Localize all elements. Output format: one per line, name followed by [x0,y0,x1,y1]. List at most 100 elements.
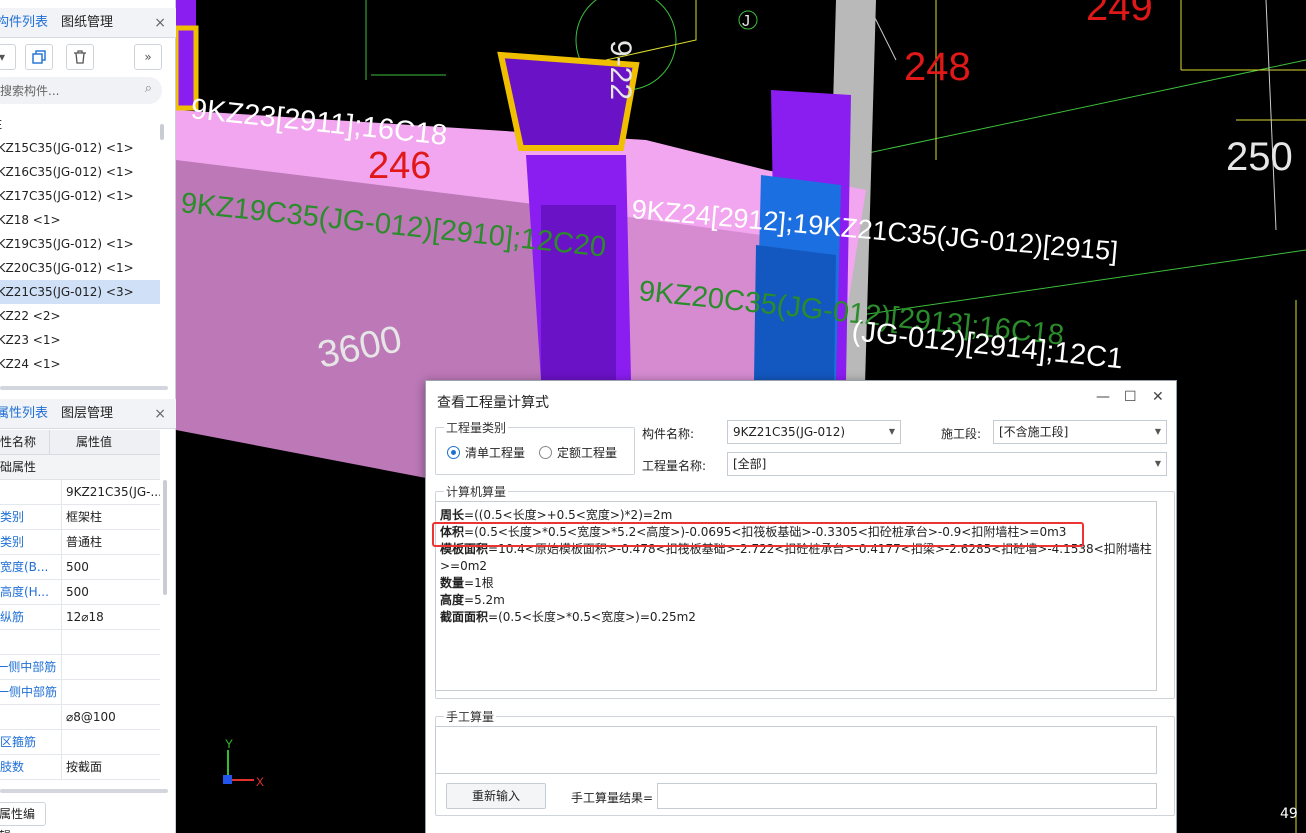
property-scrollbar[interactable] [163,480,167,595]
list-item[interactable]: 9KZ15C35(JG-012) <1> [0,136,160,160]
table-row[interactable]: 定额类别 普通柱 [0,530,160,555]
table-row[interactable]: 名称9KZ21C35(JG-... [0,480,160,505]
quantity-type-title: 工程量类别 [444,419,509,436]
table-row[interactable]: 节点区箍筋 [0,730,160,755]
header-property-name: 属性名称 [0,435,37,449]
copy-icon [32,50,46,64]
tree-root-column[interactable]: 柱 [0,112,160,136]
property-edit-button[interactable]: 属性编辑 [0,802,46,833]
calc-line-height: 高度=5.2m [440,592,1152,609]
annotation-highlight-box [432,522,1084,547]
tab-drawing-management[interactable]: 图纸管理 [61,8,113,38]
property-name: 全部纵筋 [0,610,25,624]
label-250: 250 [1226,135,1293,179]
list-scrollbar[interactable] [160,124,164,140]
list-item[interactable]: 9KZ16C35(JG-012) <1> [0,160,160,184]
property-hscrollbar[interactable] [0,789,168,793]
table-row[interactable]: H边一侧中部筋 [0,680,160,705]
property-name: 节点区箍筋 [0,735,37,749]
double-chevron-right-icon: » [144,50,152,64]
list-item[interactable]: 9KZ22 <2> [0,304,160,328]
stage-value: [不含施工段] [999,425,1069,439]
new-dropdown-button[interactable]: ▾ [0,44,16,70]
close-icon[interactable]: × [154,8,166,38]
minimize-icon[interactable]: — [1096,389,1110,405]
more-button[interactable]: » [134,44,162,70]
tab-property-list[interactable]: 属性列表 [0,399,48,429]
search-placeholder: 搜索构件... [0,84,60,98]
close-icon[interactable]: ✕ [1152,389,1164,405]
component-name-select[interactable]: 9KZ21C35(JG-012) ▼ [727,420,901,444]
calc-line-count: 数量=1根 [440,575,1152,592]
radio-unchecked-icon [539,446,552,459]
property-value[interactable]: 普通柱 [61,530,160,554]
reinput-button[interactable]: 重新输入 [446,783,546,809]
left-panel: 构件列表 图纸管理 × ▾ » 搜索构件... ⌕ 柱 9KZ15C35(JG-… [0,0,176,833]
copy-button[interactable] [25,44,53,70]
property-name: 结构类别 [0,510,25,524]
list-item[interactable]: 9KZ23 <1> [0,328,160,352]
quantity-name-select[interactable]: [全部] ▼ [727,452,1167,476]
component-name-value: 9KZ21C35(JG-012) [733,425,846,439]
table-row[interactable]: 截面宽度(B... 500 [0,555,160,580]
maximize-icon[interactable]: ☐ [1124,389,1137,405]
chevron-down-icon: ▾ [0,50,6,64]
tab-layer-management[interactable]: 图层管理 [61,399,113,429]
header-property-value: 属性值 [49,430,160,454]
calc-expr: =(0.5<长度>*0.5<宽度>)=0.25m2 [488,610,696,624]
radio-bill-quantity[interactable]: 清单工程量 [447,444,525,461]
property-value[interactable]: 12⌀18 [61,605,160,629]
chevron-down-icon: ▼ [1154,459,1161,468]
property-value[interactable] [61,630,160,654]
search-input[interactable]: 搜索构件... ⌕ [0,77,162,104]
delete-button[interactable] [66,44,94,70]
manual-result-field[interactable] [657,783,1157,809]
close-icon[interactable]: × [154,399,166,429]
list-item[interactable]: 9KZ20C35(JG-012) <1> [0,256,160,280]
table-row[interactable]: B边一侧中部筋 [0,655,160,680]
manual-calc-title: 手工算量 [444,708,497,725]
property-table: 属性名称 属性值 基础属性 名称9KZ21C35(JG-... 结构类别框架柱 … [0,430,160,780]
property-name: 角筋 [0,630,61,654]
chevron-down-icon: ▼ [1154,427,1161,436]
list-item[interactable]: 9KZ18 <1> [0,208,160,232]
list-hscrollbar[interactable] [0,386,168,390]
calc-expr: =((0.5<长度>+0.5<宽度>)*2)=2m [464,508,673,522]
list-item[interactable]: 9KZ17C35(JG-012) <1> [0,184,160,208]
property-value[interactable] [61,680,160,704]
property-value[interactable]: 500 [61,580,160,604]
list-item-selected[interactable]: 9KZ21C35(JG-012) <3> [0,280,160,304]
property-value[interactable]: 按截面 [61,755,160,779]
property-group-basic[interactable]: 基础属性 [0,455,160,480]
table-row[interactable]: 角筋 [0,630,160,655]
radio-quota-label: 定额工程量 [557,446,618,460]
table-row[interactable]: 箍筋肢数 按截面 [0,755,160,780]
radio-quota-quantity[interactable]: 定额工程量 [539,444,617,461]
stage-select[interactable]: [不含施工段] ▼ [993,420,1167,444]
trash-icon [74,50,86,64]
list-item[interactable]: 9KZ19C35(JG-012) <1> [0,232,160,256]
property-value[interactable]: 500 [61,555,160,579]
property-value[interactable]: ⌀8@100 [61,705,160,729]
tab-component-list[interactable]: 构件列表 [0,8,48,38]
table-row[interactable]: 箍筋⌀8@100 [0,705,160,730]
property-name: 定额类别 [0,535,25,549]
calc-expr: =5.2m [464,593,505,607]
component-name-label: 构件名称: [642,427,695,441]
radio-checked-icon [447,446,460,459]
manual-calc-input[interactable] [435,726,1157,774]
property-table-header: 属性名称 属性值 [0,430,160,455]
manual-result-label: 手工算量结果= [571,791,654,805]
table-row[interactable]: 结构类别 框架柱 [0,505,160,530]
component-tree: 柱 9KZ15C35(JG-012) <1> 9KZ16C35(JG-012) … [0,112,160,376]
table-row[interactable]: 截面高度(H... 500 [0,580,160,605]
table-row[interactable]: 全部纵筋 12⌀18 [0,605,160,630]
search-icon[interactable]: ⌕ [145,81,152,96]
list-item[interactable]: 9KZ24 <1> [0,352,160,376]
stage-label: 施工段: [941,427,982,441]
property-value[interactable] [61,730,160,754]
property-value[interactable]: 9KZ21C35(JG-... [61,480,160,504]
property-name: 名称 [0,480,61,504]
property-value[interactable]: 框架柱 [61,505,160,529]
property-value[interactable] [61,655,160,679]
